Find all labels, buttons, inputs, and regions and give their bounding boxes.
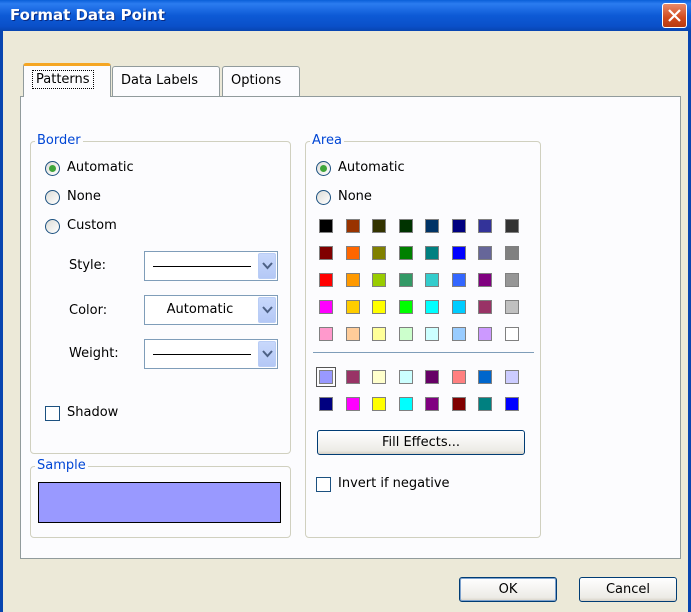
- chart-color-swatch[interactable]: [478, 397, 492, 411]
- chart-color-swatch[interactable]: [316, 367, 336, 387]
- color-swatch[interactable]: [425, 273, 439, 287]
- color-swatch[interactable]: [319, 273, 333, 287]
- chart-color-swatch[interactable]: [372, 370, 386, 384]
- color-swatch[interactable]: [345, 273, 360, 287]
- style-label: Style:: [69, 258, 107, 273]
- color-swatch[interactable]: [398, 219, 413, 233]
- color-swatch[interactable]: [451, 219, 466, 233]
- chevron-down-icon: [262, 350, 273, 358]
- color-swatch[interactable]: [372, 246, 386, 260]
- color-dropdown[interactable]: Automatic: [144, 295, 278, 325]
- chart-color-swatch[interactable]: [345, 370, 360, 384]
- style-dropdown[interactable]: [144, 251, 278, 281]
- color-swatch[interactable]: [504, 273, 519, 287]
- chart-color-swatch[interactable]: [478, 370, 492, 384]
- chart-color-swatch[interactable]: [319, 397, 333, 411]
- color-label: Color:: [69, 303, 108, 318]
- area-automatic-label: Automatic: [338, 160, 405, 175]
- border-none-label: None: [67, 189, 101, 204]
- fill-effects-label: Fill Effects...: [381, 435, 461, 450]
- color-dropdown-arrow[interactable]: [258, 297, 276, 323]
- invert-if-negative-label: Invert if negative: [338, 476, 450, 491]
- color-swatch[interactable]: [504, 219, 519, 233]
- chart-color-swatch[interactable]: [504, 370, 519, 384]
- sample-group-title: Sample: [35, 458, 88, 474]
- color-swatch[interactable]: [345, 219, 360, 233]
- area-none-radio[interactable]: [316, 190, 331, 205]
- weight-dropdown[interactable]: [144, 339, 278, 369]
- border-automatic-radio[interactable]: [45, 161, 60, 176]
- color-swatch[interactable]: [398, 300, 413, 314]
- color-swatch[interactable]: [425, 219, 439, 233]
- chart-color-swatch[interactable]: [451, 370, 466, 384]
- color-swatch[interactable]: [504, 327, 519, 341]
- color-swatch[interactable]: [451, 246, 466, 260]
- chart-color-swatch[interactable]: [398, 397, 413, 411]
- area-group-title: Area: [310, 133, 344, 149]
- chart-color-swatch[interactable]: [345, 397, 360, 411]
- color-swatch[interactable]: [319, 327, 333, 341]
- color-swatch[interactable]: [372, 300, 386, 314]
- color-swatch[interactable]: [398, 273, 413, 287]
- fill-effects-button[interactable]: Fill Effects...: [317, 430, 525, 455]
- color-dropdown-value: Automatic: [166, 302, 234, 317]
- shadow-checkbox[interactable]: [45, 406, 60, 421]
- color-swatch[interactable]: [451, 300, 466, 314]
- color-swatch[interactable]: [345, 327, 360, 341]
- border-none-radio[interactable]: [45, 190, 60, 205]
- color-swatch[interactable]: [372, 327, 386, 341]
- color-swatch[interactable]: [504, 246, 519, 260]
- color-swatch[interactable]: [319, 219, 333, 233]
- color-swatch[interactable]: [504, 300, 519, 314]
- color-swatch[interactable]: [319, 300, 333, 314]
- color-swatch[interactable]: [398, 327, 413, 341]
- area-automatic-radio[interactable]: [316, 161, 331, 176]
- chart-color-swatch[interactable]: [451, 397, 466, 411]
- color-swatch[interactable]: [425, 246, 439, 260]
- color-swatch[interactable]: [345, 300, 360, 314]
- chart-color-swatch[interactable]: [425, 370, 439, 384]
- shadow-label: Shadow: [67, 405, 119, 420]
- chevron-down-icon: [262, 306, 273, 314]
- weight-dropdown-arrow[interactable]: [258, 341, 276, 367]
- color-swatch[interactable]: [425, 300, 439, 314]
- style-line-preview: [153, 266, 251, 267]
- chart-color-swatch[interactable]: [372, 397, 386, 411]
- chart-color-swatch[interactable]: [425, 397, 439, 411]
- chart-color-swatch[interactable]: [398, 370, 413, 384]
- color-swatch[interactable]: [451, 327, 466, 341]
- chevron-down-icon: [262, 262, 273, 270]
- color-swatch[interactable]: [372, 219, 386, 233]
- palette-divider: [313, 352, 534, 353]
- color-swatch[interactable]: [478, 300, 492, 314]
- color-swatch[interactable]: [398, 246, 413, 260]
- weight-line-preview: [153, 354, 251, 355]
- color-swatch[interactable]: [319, 246, 333, 260]
- border-custom-radio[interactable]: [45, 219, 60, 234]
- style-dropdown-arrow[interactable]: [258, 253, 276, 279]
- color-swatch[interactable]: [372, 273, 386, 287]
- border-custom-label: Custom: [67, 218, 117, 233]
- color-swatch[interactable]: [478, 273, 492, 287]
- color-swatch[interactable]: [478, 246, 492, 260]
- color-swatch[interactable]: [451, 273, 466, 287]
- color-swatch[interactable]: [425, 327, 439, 341]
- border-group-title: Border: [35, 133, 83, 149]
- sample-preview: [38, 482, 281, 523]
- color-swatch[interactable]: [478, 219, 492, 233]
- color-swatch[interactable]: [478, 327, 492, 341]
- border-automatic-label: Automatic: [67, 160, 134, 175]
- weight-label: Weight:: [69, 346, 119, 361]
- area-none-label: None: [338, 189, 372, 204]
- invert-if-negative-checkbox[interactable]: [316, 477, 331, 492]
- color-swatch[interactable]: [345, 246, 360, 260]
- chart-color-swatch[interactable]: [504, 397, 519, 411]
